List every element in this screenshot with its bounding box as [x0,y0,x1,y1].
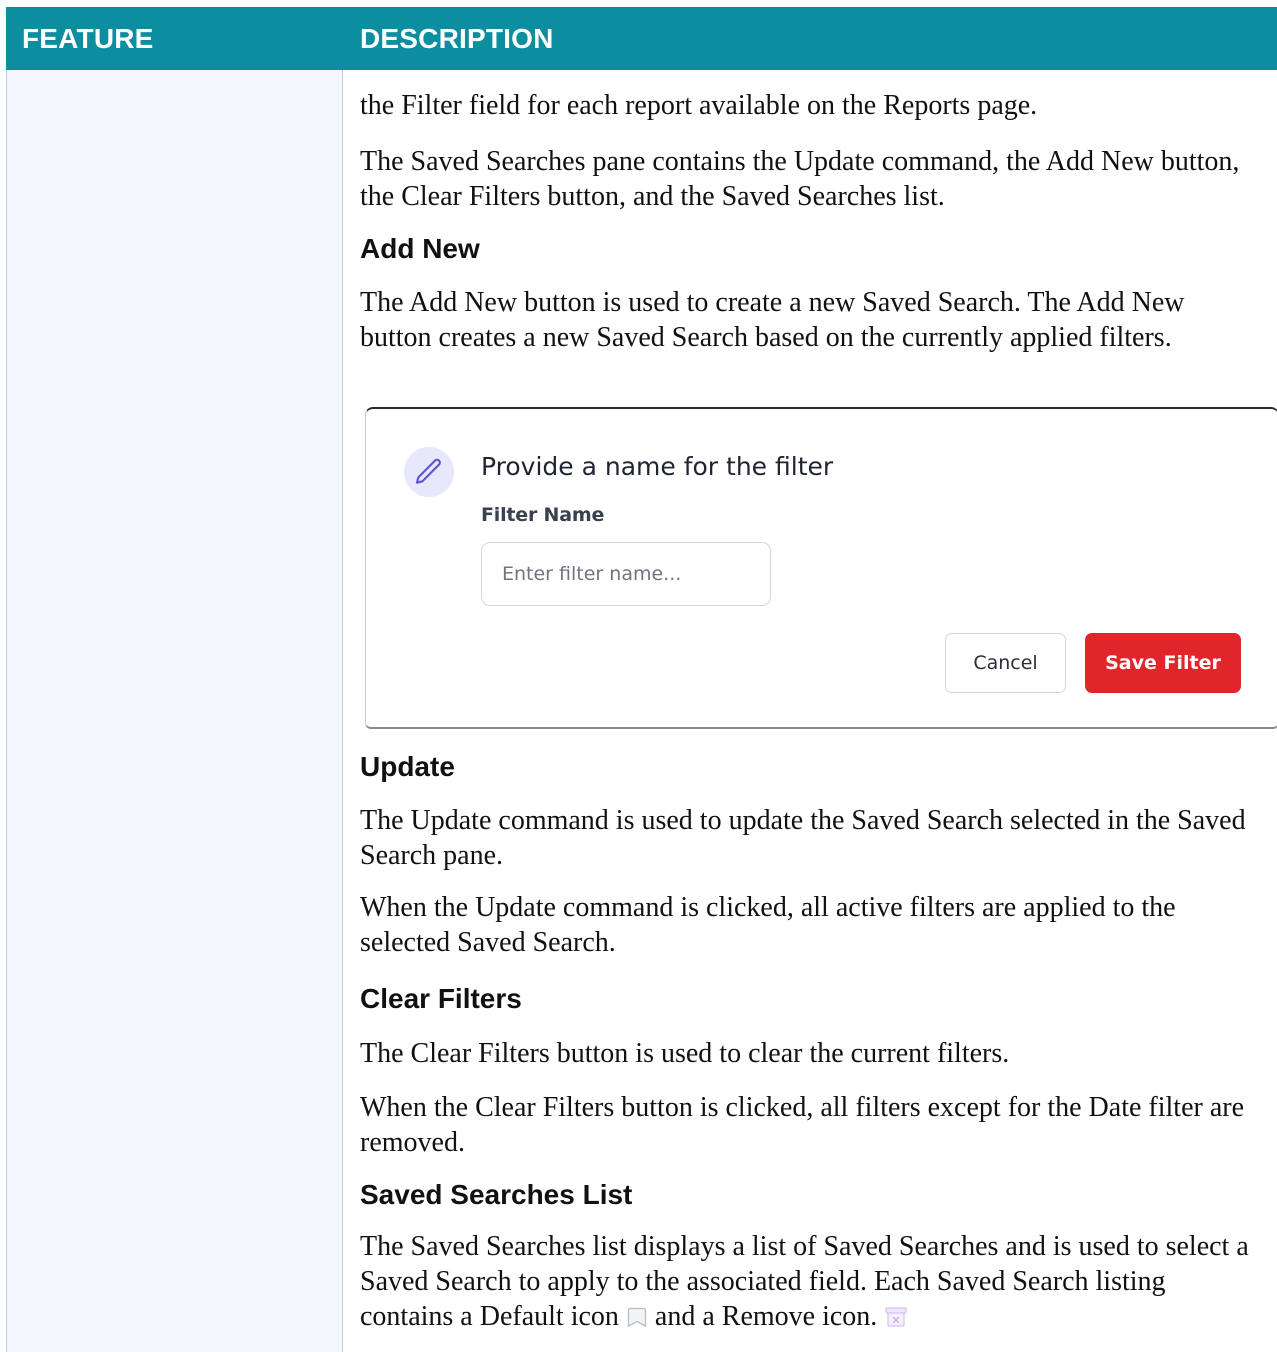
feature-cell [6,70,343,1352]
pencil-icon [404,447,454,497]
update-paragraph-2: When the Update command is clicked, all … [360,892,1176,958]
filter-name-label: Filter Name [481,504,605,526]
update-paragraph-1: The Update command is used to update the… [360,805,1246,871]
clear-filters-paragraph-1: The Clear Filters button is used to clea… [360,1038,1010,1069]
add-new-heading: Add New [360,233,480,264]
description-cell: the Filter field for each report availab… [343,70,1277,1352]
filter-name-input[interactable] [481,542,771,606]
header-description: DESCRIPTION [360,23,554,54]
feature-table: FEATURE DESCRIPTION the Filter field for… [6,7,1277,1352]
save-filter-button[interactable]: Save Filter [1085,633,1241,693]
update-heading: Update [360,751,455,782]
table-header-row: FEATURE DESCRIPTION [6,7,1277,70]
saved-searches-paragraph: The Saved Searches list displays a list … [360,1229,1260,1337]
pane-paragraph: The Saved Searches pane contains the Upd… [360,146,1240,212]
bookmark-icon [626,1302,648,1337]
table-row: the Filter field for each report availab… [6,70,1277,1352]
add-new-paragraph: The Add New button is used to create a n… [360,287,1185,353]
dialog-title: Provide a name for the filter [481,452,834,481]
clear-filters-heading: Clear Filters [360,983,522,1014]
clear-filters-paragraph-2: When the Clear Filters button is clicked… [360,1092,1244,1158]
cancel-button[interactable]: Cancel [945,633,1066,693]
filter-name-dialog: Provide a name for the filter Filter Nam… [365,407,1277,729]
header-feature: FEATURE [22,23,154,54]
saved-searches-text-b: and a Remove icon. [647,1301,878,1332]
archive-icon [884,1302,908,1337]
intro-paragraph: the Filter field for each report availab… [360,90,1038,121]
saved-searches-heading: Saved Searches List [360,1179,633,1210]
